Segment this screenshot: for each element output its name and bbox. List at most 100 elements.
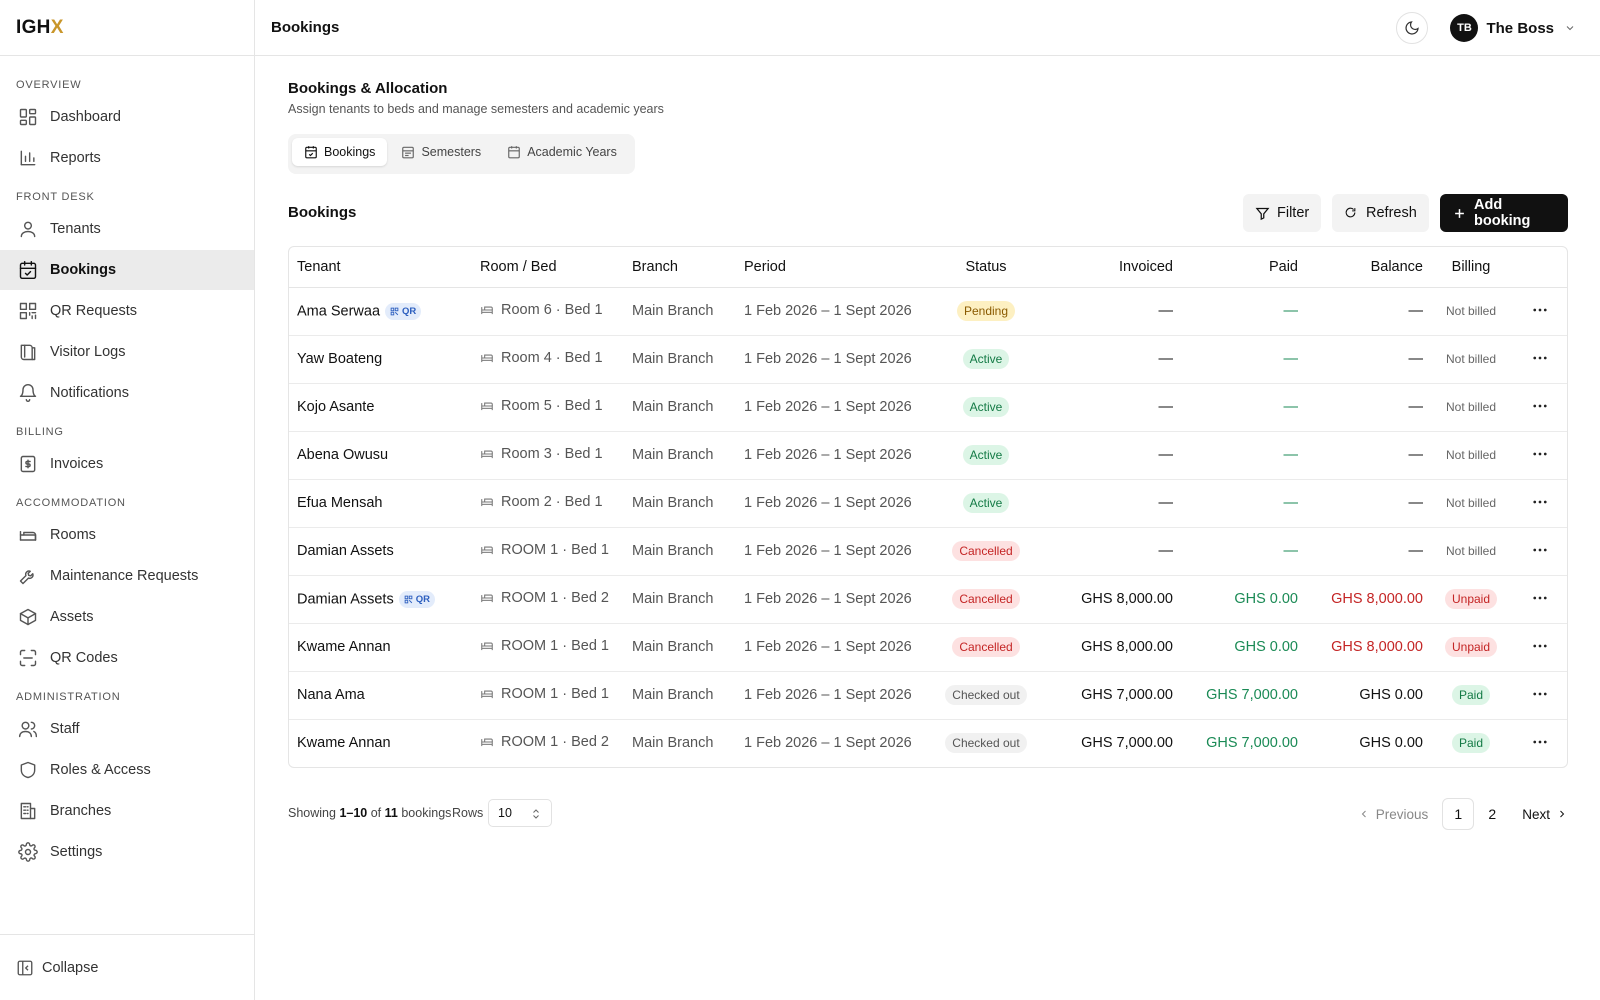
sidebar-item-dashboard[interactable]: Dashboard	[0, 97, 254, 137]
filter-button[interactable]: Filter	[1243, 194, 1322, 232]
user-menu[interactable]: TB The Boss	[1450, 14, 1576, 42]
more-actions-icon[interactable]	[1530, 636, 1550, 656]
cell-actions	[1511, 431, 1567, 480]
tenant-name[interactable]: Kojo Asante	[297, 399, 374, 415]
add-booking-button[interactable]: Add booking	[1440, 194, 1568, 232]
cell-status: Active	[926, 479, 1046, 528]
collapse-label: Collapse	[42, 959, 99, 976]
col-balance[interactable]: Balance	[1306, 247, 1431, 288]
sidebar-item-qr-requests[interactable]: QR Requests	[0, 291, 254, 331]
gear-icon	[18, 842, 38, 862]
cell-invoiced: —	[1046, 527, 1181, 576]
col-room-bed[interactable]: Room / Bed	[472, 247, 624, 288]
tenant-name[interactable]: Kwame Annan	[297, 639, 391, 655]
tenant-name[interactable]: Abena Owusu	[297, 447, 388, 463]
col-billing[interactable]: Billing	[1431, 247, 1511, 288]
col-tenant[interactable]: Tenant	[289, 247, 472, 288]
tenant-name[interactable]: Nana Ama	[297, 687, 365, 703]
brand-logo[interactable]: IGHX	[16, 17, 64, 39]
table-row[interactable]: Kwame Annan ROOM 1 · Bed 2 Main Branch 1 Fe…	[289, 719, 1567, 767]
cell-period: 1 Feb 2026 – 1 Sept 2026	[736, 623, 926, 672]
table-row[interactable]: Kojo Asante Room 5 · Bed 1 Main Branch 1 Fe…	[289, 383, 1567, 432]
cell-branch: Main Branch	[624, 671, 736, 720]
tab-semesters[interactable]: Semesters	[389, 138, 493, 166]
table-row[interactable]: Damian Assets QR ROOM 1 · Bed 2 Main Branch…	[289, 575, 1567, 624]
rows-per-page-select[interactable]: 10	[488, 799, 552, 827]
tab-academic-years[interactable]: Academic Years	[495, 138, 629, 166]
more-actions-icon[interactable]	[1530, 588, 1550, 608]
sidebar-nav: OVERVIEW Dashboard Reports FRONT DESK Tenant…	[0, 56, 254, 872]
col-paid[interactable]: Paid	[1181, 247, 1306, 288]
next-page-button[interactable]: Next	[1522, 807, 1568, 822]
billing-badge: Unpaid	[1444, 589, 1498, 609]
sidebar-item-visitor-logs[interactable]: Visitor Logs	[0, 332, 254, 372]
col-branch[interactable]: Branch	[624, 247, 736, 288]
sidebar-item-label: Notifications	[50, 385, 129, 401]
table-row[interactable]: Nana Ama ROOM 1 · Bed 1 Main Branch 1 Feb 2…	[289, 671, 1567, 720]
refresh-button[interactable]: Refresh	[1332, 194, 1429, 232]
tenant-name[interactable]: Damian Assets	[297, 591, 394, 607]
logo-row: IGHX	[0, 0, 254, 56]
tenant-name[interactable]: Yaw Boateng	[297, 351, 382, 367]
cell-room: ROOM 1 · Bed 2	[472, 575, 624, 624]
sidebar-item-label: Roles & Access	[50, 762, 151, 778]
more-actions-icon[interactable]	[1530, 444, 1550, 464]
sidebar-item-label: Dashboard	[50, 109, 121, 125]
table-row[interactable]: Ama Serwaa QR Room 6 · Bed 1 Main Branch 1 F…	[289, 287, 1567, 336]
table-row[interactable]: Damian Assets ROOM 1 · Bed 1 Main Branch 1 …	[289, 527, 1567, 576]
col-period[interactable]: Period	[736, 247, 926, 288]
tenant-name[interactable]: Efua Mensah	[297, 495, 382, 511]
tenant-name[interactable]: Ama Serwaa	[297, 303, 380, 319]
tenant-name[interactable]: Damian Assets	[297, 543, 394, 559]
tab-bookings[interactable]: Bookings	[292, 138, 388, 166]
table-row[interactable]: Abena Owusu Room 3 · Bed 1 Main Branch 1 Fe…	[289, 431, 1567, 480]
more-actions-icon[interactable]	[1530, 300, 1550, 320]
sidebar-item-rooms[interactable]: Rooms	[0, 515, 254, 555]
sidebar-item-settings[interactable]: Settings	[0, 832, 254, 872]
collapse-button[interactable]: Collapse	[0, 934, 254, 1000]
page-1-button[interactable]: 1	[1442, 798, 1475, 830]
sidebar-item-branches[interactable]: Branches	[0, 791, 254, 831]
sidebar-item-reports[interactable]: Reports	[0, 138, 254, 178]
cell-status: Cancelled	[926, 527, 1046, 576]
table-row[interactable]: Efua Mensah Room 2 · Bed 1 Main Branch 1 Fe…	[289, 479, 1567, 528]
sidebar-item-tenants[interactable]: Tenants	[0, 209, 254, 249]
more-actions-icon[interactable]	[1530, 732, 1550, 752]
sidebar-item-invoices[interactable]: Invoices	[0, 444, 254, 484]
cell-period: 1 Feb 2026 – 1 Sept 2026	[744, 735, 912, 752]
cell-invoiced: GHS 7,000.00	[1046, 671, 1181, 720]
more-actions-icon[interactable]	[1530, 492, 1550, 512]
more-actions-icon[interactable]	[1530, 348, 1550, 368]
user-name: The Boss	[1486, 19, 1554, 37]
sidebar-item-staff[interactable]: Staff	[0, 709, 254, 749]
sidebar-item-label: Rooms	[50, 527, 96, 543]
sidebar-item-assets[interactable]: Assets	[0, 597, 254, 637]
sidebar-item-roles-and-access[interactable]: Roles & Access	[0, 750, 254, 790]
previous-page-button[interactable]: Previous	[1358, 807, 1428, 822]
theme-toggle-button[interactable]	[1396, 12, 1428, 44]
cell-status: Checked out	[926, 719, 1046, 767]
sidebar-item-notifications[interactable]: Notifications	[0, 373, 254, 413]
more-actions-icon[interactable]	[1530, 396, 1550, 416]
tenant-name[interactable]: Kwame Annan	[297, 735, 391, 751]
col-invoiced[interactable]: Invoiced	[1046, 247, 1181, 288]
col-status[interactable]: Status	[926, 247, 1046, 288]
more-actions-icon[interactable]	[1530, 684, 1550, 704]
sidebar-item-bookings[interactable]: Bookings	[0, 250, 254, 290]
cell-billing: Unpaid	[1431, 623, 1511, 672]
page-2-button[interactable]: 2	[1476, 798, 1508, 830]
table-row[interactable]: Yaw Boateng Room 4 · Bed 1 Main Branch 1 Fe…	[289, 335, 1567, 384]
more-actions-icon[interactable]	[1530, 540, 1550, 560]
sidebar-item-label: QR Requests	[50, 303, 138, 319]
sidebar-item-maintenance-requests[interactable]: Maintenance Requests	[0, 556, 254, 596]
table-row[interactable]: Kwame Annan ROOM 1 · Bed 1 Main Branch 1 Fe…	[289, 623, 1567, 672]
table-footer: Showing 1–10 of 11 bookings Rows 10 Prev…	[288, 798, 1568, 830]
cell-tenant: Kwame Annan	[289, 719, 472, 767]
cell-balance: GHS 0.00	[1359, 735, 1423, 752]
dollar-doc-icon	[18, 454, 38, 474]
sidebar-item-qr-codes[interactable]: QR Codes	[0, 638, 254, 678]
cell-period: 1 Feb 2026 – 1 Sept 2026	[736, 383, 926, 432]
cell-paid: —	[1181, 383, 1306, 432]
cell-actions	[1511, 671, 1567, 720]
grid-icon	[18, 107, 38, 127]
